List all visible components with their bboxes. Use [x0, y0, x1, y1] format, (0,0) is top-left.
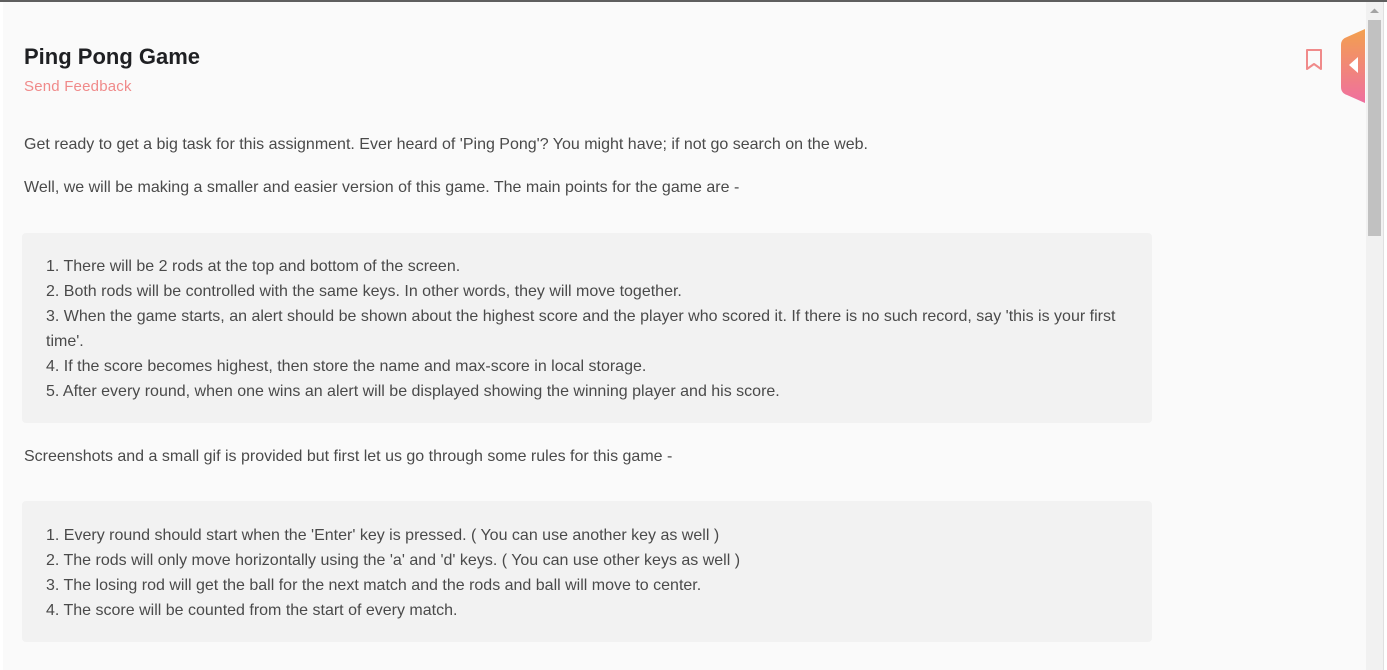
list-item: 4. If the score becomes highest, then st… [46, 358, 647, 375]
intro-paragraph-2: Well, we will be making a smaller and ea… [24, 179, 740, 196]
scroll-up-arrow-icon[interactable] [1366, 4, 1383, 18]
list-item: 2. The rods will only move horizontally … [46, 552, 741, 569]
list-item: 3. The losing rod will get the ball for … [46, 577, 702, 594]
main-points-box: 1. There will be 2 rods at the top and b… [22, 233, 1152, 423]
problem-page: Ping Pong Game Send Feedback Get ready t… [0, 0, 1387, 670]
scrollbar-thumb[interactable] [1368, 20, 1381, 236]
list-item: 2. Both rods will be controlled with the… [46, 283, 682, 300]
window-right-edge [1383, 2, 1387, 670]
list-item: 4. The score will be counted from the st… [46, 602, 458, 619]
list-item: 1. There will be 2 rods at the top and b… [46, 258, 461, 275]
side-panel-toggle-icon[interactable] [1341, 29, 1365, 103]
list-item: 1. Every round should start when the 'En… [46, 527, 720, 544]
page-title: Ping Pong Game [24, 44, 201, 69]
page-left-edge [0, 2, 3, 670]
intro-paragraph-1: Get ready to get a big task for this ass… [24, 136, 868, 153]
list-item: 5. After every round, when one wins an a… [46, 383, 780, 400]
send-feedback-link[interactable]: Send Feedback [24, 78, 132, 95]
vertical-scrollbar[interactable] [1366, 2, 1383, 670]
list-item: 3. When the game starts, an alert should… [46, 308, 1116, 350]
bookmark-icon[interactable] [1304, 48, 1324, 72]
rules-intro-paragraph: Screenshots and a small gif is provided … [24, 448, 673, 465]
rules-box: 1. Every round should start when the 'En… [22, 501, 1152, 642]
